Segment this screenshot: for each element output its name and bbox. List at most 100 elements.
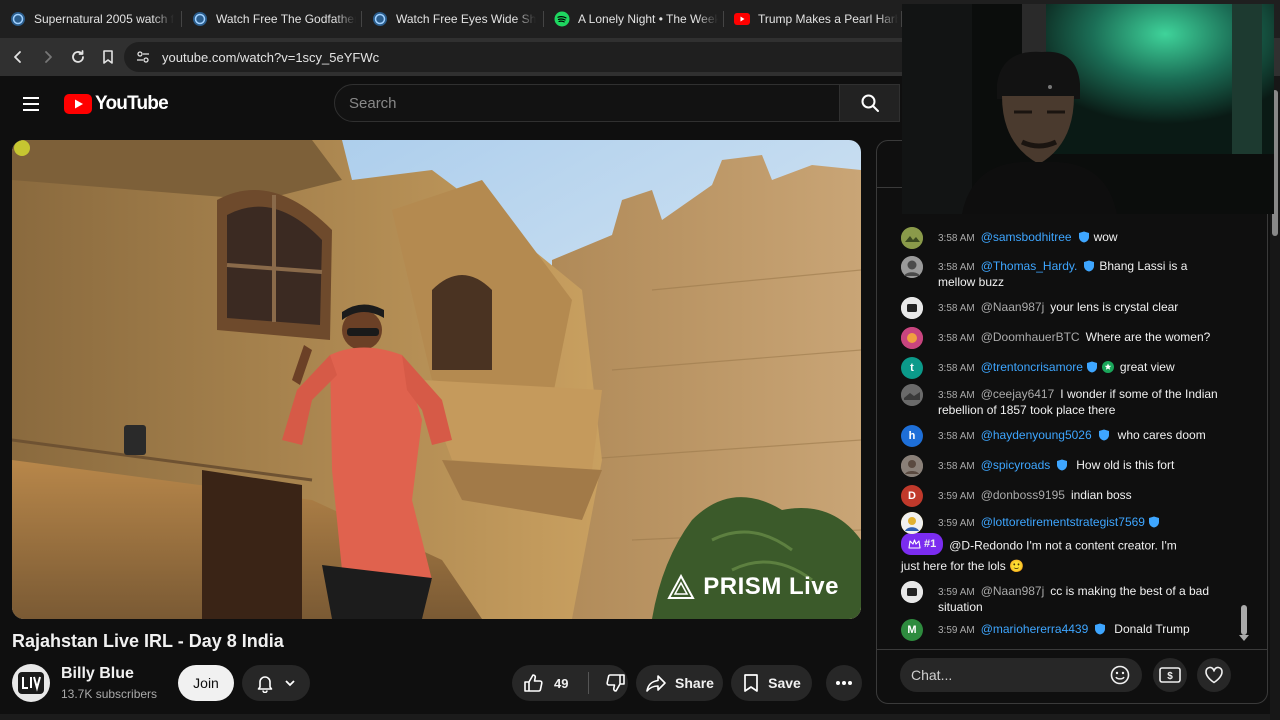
chat-message: 3:58 AM @DoomhauerBTC Where are the women?	[901, 327, 1221, 349]
chat-author[interactable]: @lottoretirementstrategist7569	[981, 515, 1145, 529]
chat-author[interactable]: @donboss9195	[981, 488, 1065, 502]
chat-message: 3:58 AM @spicyroads How old is this fort	[901, 455, 1221, 477]
browser-tab-3[interactable]: Watch Free Eyes Wide Shut	[362, 0, 544, 38]
bookmark-icon	[103, 50, 113, 64]
browser-tab-label: Trump Makes a Pearl Harb	[758, 12, 898, 26]
url-text: youtube.com/watch?v=1scy_5eYFWc	[162, 49, 380, 65]
thumbs-down-icon	[606, 674, 626, 692]
chat-avatar: h	[901, 425, 923, 447]
share-button[interactable]: Share	[636, 665, 723, 701]
site-globe-icon	[192, 11, 208, 27]
youtube-icon	[734, 13, 750, 25]
webcam-overlay	[902, 4, 1274, 214]
verified-shield-icon	[1148, 516, 1160, 528]
chat-input-placeholder: Chat...	[911, 667, 953, 683]
leaderboard-badge: #1	[901, 533, 944, 555]
reload-button[interactable]	[64, 43, 92, 71]
browser-tab-1[interactable]: Supernatural 2005 watch fr	[0, 0, 182, 38]
back-arrow-icon	[14, 51, 21, 63]
chat-timestamp: 3:58 AM	[938, 262, 975, 273]
chat-author[interactable]: @DoomhauerBTC	[981, 330, 1080, 344]
search-placeholder: Search	[349, 94, 397, 112]
join-button[interactable]: Join	[178, 665, 234, 701]
chat-avatar	[901, 581, 923, 603]
reload-icon	[72, 50, 84, 63]
verified-shield-icon	[1078, 231, 1090, 243]
chat-author[interactable]: @ceejay6417	[981, 387, 1055, 401]
subscriber-count: 13.7K subscribers	[61, 687, 158, 701]
chat-avatar	[901, 297, 923, 319]
video-title: Rajahstan Live IRL - Day 8 India	[12, 631, 284, 651]
forward-button[interactable]	[34, 43, 62, 71]
chat-message: h 3:58 AM @haydenyoung5026 who cares doom	[901, 425, 1221, 447]
chat-avatar	[901, 256, 923, 278]
chat-message: 3:59 AM @Naan987j cc is making the best of…	[901, 581, 1221, 615]
site-settings-icon[interactable]	[136, 50, 150, 64]
chevron-down-icon	[285, 680, 295, 687]
chat-message: t 3:58 AM @trentoncrisamore great view	[901, 357, 1221, 379]
webcam-frame	[902, 4, 1274, 214]
chat-text: Where are the women?	[1085, 330, 1211, 344]
heart-icon	[1205, 666, 1223, 684]
chat-author[interactable]: @samsbodhitree	[981, 230, 1072, 244]
youtube-logo[interactable]: YouTube	[64, 93, 169, 115]
dislike-button[interactable]	[605, 672, 627, 694]
chat-timestamp: 3:58 AM	[938, 233, 975, 244]
spotify-icon	[554, 11, 570, 27]
chat-avatar	[901, 327, 923, 349]
search-input[interactable]: Search	[334, 84, 840, 122]
chat-timestamp: 3:59 AM	[938, 491, 975, 502]
bookmark-button[interactable]	[94, 43, 122, 71]
chat-author[interactable]: @spicyroads	[981, 458, 1051, 472]
chat-author[interactable]: @Naan987j	[981, 300, 1045, 314]
notification-button[interactable]	[242, 665, 310, 701]
like-button[interactable]: 49	[522, 672, 568, 694]
more-actions-button[interactable]	[826, 665, 862, 701]
chat-author[interactable]: @haydenyoung5026	[981, 428, 1092, 442]
super-chat-button[interactable]: $	[1153, 658, 1187, 692]
chat-scrollbar-thumb[interactable]	[1241, 605, 1247, 635]
browser-tab-5[interactable]: Trump Makes a Pearl Harb	[724, 0, 902, 38]
browser-tab-label: Watch Free The Godfather	[216, 12, 356, 26]
chat-text: your lens is crystal clear	[1050, 300, 1179, 314]
search-button[interactable]	[840, 84, 900, 122]
chat-text: How old is this fort	[1076, 458, 1175, 472]
chat-message: 3:59 AM @lottoretirementstrategist7569 #1…	[901, 512, 1221, 576]
save-button[interactable]: Save	[731, 665, 812, 701]
chat-timestamp: 3:58 AM	[938, 390, 975, 401]
chat-author[interactable]: @mariohererra4439	[981, 622, 1089, 636]
chat-timestamp: 3:59 AM	[938, 625, 975, 636]
video-player[interactable]: PRISM Live	[12, 140, 861, 619]
bell-icon	[257, 676, 273, 693]
menu-button[interactable]	[20, 93, 42, 115]
prism-triangle-icon	[667, 574, 695, 599]
chat-scroll-down-arrow[interactable]	[1239, 635, 1249, 641]
heart-reaction-button[interactable]	[1197, 658, 1231, 692]
verified-shield-icon	[1086, 361, 1098, 373]
back-button[interactable]	[4, 43, 32, 71]
svg-text:$: $	[1167, 671, 1173, 682]
browser-tab-4[interactable]: A Lonely Night • The Week	[544, 0, 724, 38]
chat-avatar	[901, 512, 923, 534]
chat-timestamp: 3:58 AM	[938, 461, 975, 472]
verified-shield-icon	[1098, 429, 1110, 441]
chat-input[interactable]: Chat...	[900, 658, 1142, 692]
browser-tab-label: A Lonely Night • The Week	[578, 12, 718, 26]
chat-author[interactable]: @Thomas_Hardy.	[981, 259, 1078, 273]
browser-tab-label: Watch Free Eyes Wide Shut	[396, 12, 536, 26]
triangle-down-icon	[1239, 635, 1249, 641]
share-label: Share	[675, 675, 714, 691]
browser-tab-2[interactable]: Watch Free The Godfather	[182, 0, 362, 38]
member-star-badge-icon	[1101, 361, 1114, 373]
verified-shield-icon	[1094, 623, 1106, 635]
channel-name[interactable]: Billy Blue	[61, 665, 134, 683]
chat-author[interactable]: @trentoncrisamore	[981, 360, 1083, 374]
emoji-button[interactable]	[1110, 665, 1130, 685]
chat-author[interactable]: @Naan987j	[981, 584, 1045, 598]
channel-avatar[interactable]	[12, 664, 50, 702]
chat-message: 3:58 AM @ceejay6417 I wonder if some of th…	[901, 384, 1221, 418]
leaderboard-rank: #1	[924, 538, 937, 550]
search-icon	[861, 94, 879, 112]
chat-timestamp: 3:58 AM	[938, 333, 975, 344]
chat-message: 3:58 AM @Thomas_Hardy. Bhang Lassi is a me…	[901, 256, 1221, 290]
